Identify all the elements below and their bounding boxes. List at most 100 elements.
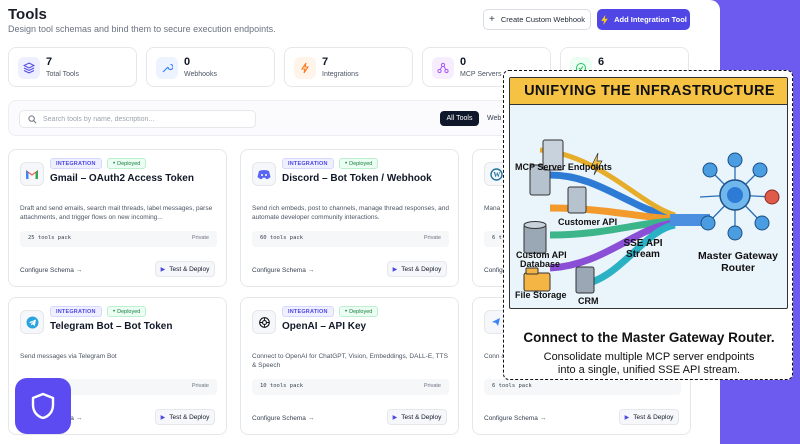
filter-webhooks[interactable]: Web xyxy=(487,111,501,126)
filter-all-tools[interactable]: All Tools xyxy=(440,111,479,126)
deploy-label: Test & Deploy xyxy=(633,413,674,421)
add-integration-label: Add Integration Tool xyxy=(614,15,687,24)
plug-icon xyxy=(294,57,316,79)
subline-1: Consolidate multiple MCP server endpoint… xyxy=(543,351,755,363)
svg-text:W: W xyxy=(493,171,500,179)
configure-schema-link[interactable]: Configure Schema → xyxy=(252,267,314,274)
pack-count: 60 tools pack xyxy=(260,235,304,241)
play-icon: ▶ xyxy=(624,414,630,421)
pack-count: 10 tools pack xyxy=(260,383,304,389)
status-badge: • Deployed xyxy=(107,158,147,169)
visibility-label: Private xyxy=(423,383,441,389)
stat-integrations: 7 Integrations xyxy=(284,47,413,87)
card-description: Draft and send emails, search mail threa… xyxy=(20,205,213,221)
configure-schema-link[interactable]: Configure Schema → xyxy=(252,415,314,422)
router-network xyxy=(699,152,780,241)
stat-label: Integrations xyxy=(322,71,359,78)
tools-pack: 6 tools pack xyxy=(484,379,681,395)
stat-value: 7 xyxy=(322,56,329,68)
status-label: Deployed xyxy=(117,308,141,315)
play-icon: ▶ xyxy=(160,266,166,273)
infographic-image: UNIFYING THE INFRASTRUCTURE MCP Server E… xyxy=(509,77,788,309)
discord-icon xyxy=(252,162,276,186)
label-customer-api: Customer API xyxy=(558,217,618,227)
test-deploy-button[interactable]: ▶ Test & Deploy xyxy=(619,409,679,425)
shield-button[interactable] xyxy=(15,378,71,434)
stat-label: MCP Servers xyxy=(460,71,502,78)
integration-badge: INTEGRATION xyxy=(282,306,334,317)
create-webhook-label: Create Custom Webhook xyxy=(500,15,585,24)
gmail-icon xyxy=(20,162,44,186)
stat-value: 6 xyxy=(598,56,605,68)
label-crm: CRM xyxy=(578,296,599,306)
file-storage-icon xyxy=(523,267,551,292)
integration-badge: INTEGRATION xyxy=(282,158,334,169)
tools-pack: 60 tools pack Private xyxy=(252,231,449,247)
page-title: Tools xyxy=(8,6,47,23)
configure-schema-link[interactable]: Configure Schema → xyxy=(20,267,82,274)
status-label: Deployed xyxy=(349,308,373,315)
tools-pack: 25 tools pack Private xyxy=(20,231,217,247)
card-title: Gmail – OAuth2 Access Token xyxy=(50,173,194,184)
deploy-label: Test & Deploy xyxy=(169,413,210,421)
label-master-router: Master Gateway Router xyxy=(698,250,778,274)
card-title: OpenAI – API Key xyxy=(282,321,367,332)
tool-card-discord[interactable]: INTEGRATION • Deployed Discord – Bot Toke… xyxy=(240,149,459,287)
visibility-label: Private xyxy=(423,235,441,241)
stat-webhooks: 0 Webhooks xyxy=(146,47,275,87)
customer-api-server-icon xyxy=(567,186,587,214)
visibility-label: Private xyxy=(191,383,209,389)
pack-count: 6 t xyxy=(492,235,502,241)
search-box[interactable] xyxy=(19,110,256,128)
crm-server-icon xyxy=(575,266,595,294)
telegram-icon xyxy=(20,310,44,334)
label-database: Database xyxy=(520,259,561,269)
stat-label: Total Tools xyxy=(46,71,79,78)
card-title: Discord – Bot Token / Webhook xyxy=(282,173,432,184)
card-description: Send messages via Telegram Bot xyxy=(20,353,117,360)
status-badge: • Deployed xyxy=(107,306,147,317)
stat-total-tools: 7 Total Tools xyxy=(8,47,137,87)
test-deploy-button[interactable]: ▶ Test & Deploy xyxy=(155,409,215,425)
search-icon xyxy=(28,114,37,123)
integration-badge: INTEGRATION xyxy=(50,158,102,169)
tool-card-gmail[interactable]: INTEGRATION • Deployed Gmail – OAuth2 Acc… xyxy=(8,149,227,287)
card-title: Telegram Bot – Bot Token xyxy=(50,321,173,332)
layers-icon xyxy=(18,57,40,79)
gateway-diagram xyxy=(523,139,780,294)
tool-card-openai[interactable]: INTEGRATION • Deployed OpenAI – API Key C… xyxy=(240,297,459,435)
play-icon: ▶ xyxy=(392,266,398,273)
pack-count: 6 tools pack xyxy=(492,383,532,389)
status-label: Deployed xyxy=(349,160,373,167)
pack-count: 25 tools pack xyxy=(28,235,72,241)
create-webhook-button[interactable]: + Create Custom Webhook xyxy=(483,9,591,30)
test-deploy-button[interactable]: ▶ Test & Deploy xyxy=(387,409,447,425)
test-deploy-button[interactable]: ▶ Test & Deploy xyxy=(387,261,447,277)
tools-pack: 10 tools pack Private xyxy=(252,379,449,395)
status-label: Deployed xyxy=(117,160,141,167)
add-integration-button[interactable]: Add Integration Tool xyxy=(597,9,690,30)
plus-icon: + xyxy=(489,14,495,25)
status-badge: • Deployed xyxy=(339,306,379,317)
label-mcp-endpoints: MCP Server Endpoints xyxy=(515,162,612,172)
shield-icon xyxy=(31,392,55,420)
subline-2: into a single, unified SSE API stream. xyxy=(557,364,741,376)
database-icon xyxy=(523,221,547,254)
play-icon: ▶ xyxy=(160,414,166,421)
deploy-label: Test & Deploy xyxy=(401,265,442,273)
card-description: Send rich embeds, post to channels, mana… xyxy=(252,205,449,221)
card-description: Connect to OpenAI for ChatGPT, Vision, E… xyxy=(252,353,448,369)
visibility-label: Private xyxy=(191,235,209,241)
test-deploy-button[interactable]: ▶ Test & Deploy xyxy=(155,261,215,277)
lightning-icon xyxy=(601,14,608,25)
search-input[interactable] xyxy=(43,115,243,123)
configure-schema-link[interactable]: Configure Schema → xyxy=(484,415,546,422)
infographic-subline: Consolidate multiple MCP server endpoint… xyxy=(504,351,794,377)
play-icon: ▶ xyxy=(392,414,398,421)
label-file-storage: File Storage xyxy=(515,290,567,300)
stat-value: 0 xyxy=(184,56,191,68)
deploy-label: Test & Deploy xyxy=(401,413,442,421)
label-sse-stream: SSE API Stream xyxy=(623,238,663,260)
infographic-headline: Connect to the Master Gateway Router. xyxy=(523,330,775,345)
infographic-banner: UNIFYING THE INFRASTRUCTURE xyxy=(510,78,787,105)
